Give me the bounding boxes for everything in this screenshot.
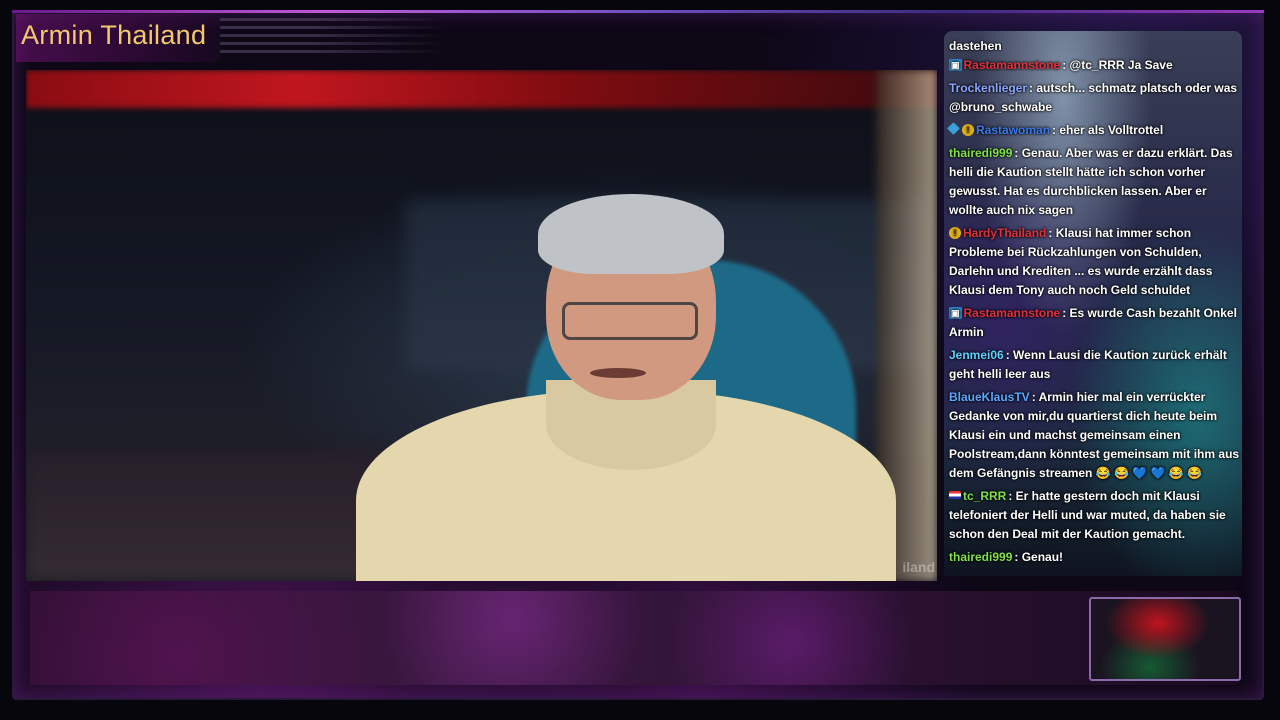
chat-message-list[interactable]: dastehen ▣ Rastamannstone: @tc_RRR Ja Sav… (947, 39, 1240, 571)
chat-message: ! Rastawoman: eher als Volltrottel (947, 121, 1240, 140)
chat-message-text: : @tc_RRR Ja Save (1062, 58, 1173, 72)
sub-badge-icon: ▣ (949, 59, 962, 71)
chat-message: thairedi999: Genau! (949, 548, 1240, 567)
chat-message: thairedi999: Genau. Aber was er dazu erk… (949, 144, 1240, 220)
chat-message-text: : Genau! (1014, 550, 1064, 564)
webcam-watermark: iland (902, 559, 935, 575)
streamer-hair (538, 194, 724, 274)
coin-badge-icon: ! (962, 124, 974, 136)
gem-badge-icon (947, 122, 960, 135)
chat-message: ▣ Rastamannstone: Es wurde Cash bezahlt O… (949, 304, 1240, 342)
chat-message: BlaueKlausTV: Armin hier mal ein verrück… (949, 388, 1240, 483)
stream-title: Armin Thailand (21, 20, 207, 50)
title-decoration-lines (220, 18, 450, 58)
mouth (590, 368, 646, 378)
chat-username[interactable]: thairedi999 (949, 550, 1012, 564)
glasses (562, 302, 698, 340)
chat-username[interactable]: thairedi999 (949, 146, 1012, 160)
coin-badge-icon: ! (949, 227, 961, 239)
chat-message-text: : eher als Volltrottel (1052, 123, 1164, 137)
chat-username[interactable]: Rastamannstone (964, 58, 1061, 72)
chat-username[interactable]: Rastamannstone (964, 306, 1061, 320)
chat-panel[interactable]: dastehen ▣ Rastamannstone: @tc_RRR Ja Sav… (944, 31, 1242, 576)
chat-username[interactable]: Trockenlieger (949, 81, 1027, 95)
chat-message: ! HardyThailand: Klausi hat immer schon P… (949, 224, 1240, 300)
chat-username[interactable]: HardyThailand (963, 226, 1046, 240)
chat-username[interactable]: Jenmei06 (949, 348, 1004, 362)
chat-username[interactable]: Rastawoman (976, 123, 1050, 137)
flag-badge-icon (949, 491, 961, 499)
chat-message: tc_RRR: Er hatte gestern doch mit Klausi… (949, 487, 1240, 544)
chat-username[interactable]: BlaueKlausTV (949, 390, 1030, 404)
webcam-video[interactable]: iland (26, 70, 937, 581)
chat-partial-line: dastehen (949, 39, 1002, 53)
chat-username[interactable]: tc_RRR (963, 489, 1006, 503)
sub-badge-icon: ▣ (949, 307, 962, 319)
chat-message: Trockenlieger: autsch... schmatz platsch… (949, 79, 1240, 117)
bottom-banner (30, 591, 1238, 685)
mini-preview (1089, 597, 1241, 681)
background-red-light (26, 70, 937, 108)
chat-message: Jenmei06: Wenn Lausi die Kaution zurück … (949, 346, 1240, 384)
chat-message: ▣ Rastamannstone: @tc_RRR Ja Save (949, 56, 1240, 75)
